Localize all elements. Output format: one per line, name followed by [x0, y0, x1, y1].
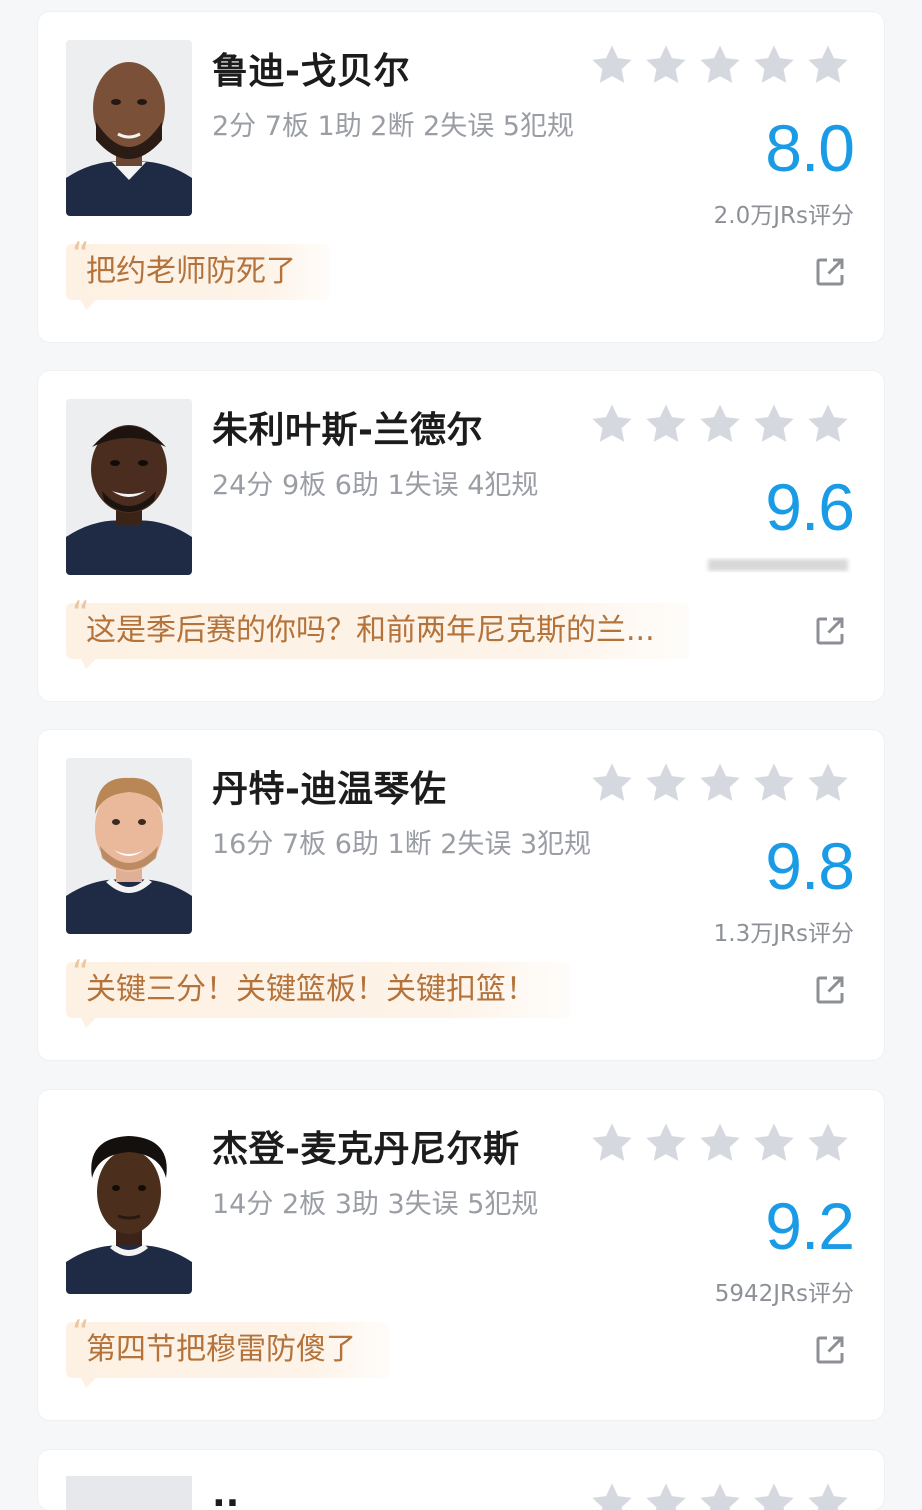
share-external-icon[interactable] — [812, 972, 848, 1008]
player-rating-card[interactable]: 鲁迪-戈贝尔 2分 7板 1助 2断 2失误 5犯规 8.0 2.0万JRs评分… — [38, 12, 884, 342]
quote-mark-icon: “ — [72, 953, 90, 993]
player-stats: 24分 9板 6助 1失误 4犯规 — [212, 470, 539, 501]
rating-score: 9.8 — [765, 829, 855, 903]
star-icon[interactable] — [750, 1480, 798, 1510]
star-icon[interactable] — [750, 760, 798, 806]
star-icon[interactable] — [642, 1480, 690, 1510]
player-portrait-icon — [66, 758, 192, 934]
star-icon[interactable] — [588, 1120, 636, 1166]
player-stats: 2分 7板 1助 2断 2失误 5犯规 — [212, 111, 574, 142]
star-icon[interactable] — [696, 1480, 744, 1510]
player-stats: 16分 7板 6助 1断 2失误 3犯规 — [212, 829, 592, 860]
quote-mark-icon: “ — [72, 235, 90, 275]
player-name[interactable]: 杰登-麦克丹尼尔斯 — [212, 1120, 519, 1172]
player-rating-card[interactable]: 杰登-麦克丹尼尔斯 14分 2板 3助 3失误 5犯规 9.2 5942JRs评… — [38, 1090, 884, 1420]
player-name[interactable]: 朱利叶斯-兰德尔 — [212, 401, 483, 453]
top-comment-bubble[interactable]: “ 这是季后赛的你吗？和前两年尼克斯的兰... — [66, 597, 689, 669]
star-rating-input[interactable] — [588, 42, 852, 88]
star-icon[interactable] — [804, 1480, 852, 1510]
rating-count: 2.0万JRs评分 — [713, 203, 854, 229]
quote-mark-icon: “ — [72, 1313, 90, 1353]
star-icon[interactable] — [696, 1120, 744, 1166]
quote-mark-icon: “ — [72, 594, 90, 634]
bubble-tail — [80, 1376, 98, 1388]
star-icon[interactable] — [750, 1120, 798, 1166]
player-rating-card-partial[interactable]: .. — [38, 1450, 884, 1510]
star-rating-input[interactable] — [588, 1120, 852, 1166]
rating-count: 1.3万JRs评分 — [713, 921, 854, 947]
player-rating-card[interactable]: 朱利叶斯-兰德尔 24分 9板 6助 1失误 4犯规 9.6 “ 这是季后赛的你… — [38, 371, 884, 701]
star-icon[interactable] — [642, 401, 690, 447]
share-external-icon[interactable] — [812, 254, 848, 290]
player-rating-card[interactable]: 丹特-迪温琴佐 16分 7板 6助 1断 2失误 3犯规 9.8 1.3万JRs… — [38, 730, 884, 1060]
bubble-tail — [80, 298, 98, 310]
player-photo — [66, 758, 192, 934]
player-photo — [66, 1118, 192, 1294]
star-rating-input[interactable] — [588, 401, 852, 447]
rating-count: 5942JRs评分 — [714, 1281, 854, 1307]
player-portrait-icon — [66, 40, 192, 216]
star-icon[interactable] — [588, 1480, 636, 1510]
star-icon[interactable] — [750, 42, 798, 88]
star-icon[interactable] — [804, 401, 852, 447]
player-photo — [66, 1476, 192, 1510]
star-icon[interactable] — [696, 401, 744, 447]
star-icon[interactable] — [642, 760, 690, 806]
star-icon[interactable] — [696, 760, 744, 806]
rating-score: 9.6 — [765, 470, 855, 544]
top-comment-text: 第四节把穆雷防傻了 — [86, 1332, 356, 1367]
share-external-icon[interactable] — [812, 613, 848, 649]
star-rating-input[interactable] — [588, 760, 852, 806]
rating-score: 9.2 — [765, 1189, 855, 1263]
top-comment-bubble[interactable]: “ 第四节把穆雷防傻了 — [66, 1316, 390, 1388]
top-comment-text: 关键三分！关键篮板！关键扣篮！ — [86, 972, 536, 1007]
star-icon[interactable] — [696, 42, 744, 88]
star-icon[interactable] — [588, 42, 636, 88]
bubble-tail — [80, 657, 98, 669]
star-icon[interactable] — [642, 42, 690, 88]
star-icon[interactable] — [588, 760, 636, 806]
star-icon[interactable] — [804, 1120, 852, 1166]
player-photo — [66, 399, 192, 575]
top-comment-bubble[interactable]: “ 把约老师防死了 — [66, 238, 330, 310]
star-icon[interactable] — [804, 42, 852, 88]
star-icon[interactable] — [642, 1120, 690, 1166]
rating-count-blurred — [704, 553, 854, 583]
player-stats: 14分 2板 3助 3失误 5犯规 — [212, 1189, 539, 1220]
star-rating-input[interactable] — [588, 1480, 852, 1510]
star-icon[interactable] — [750, 401, 798, 447]
share-external-icon[interactable] — [812, 1332, 848, 1368]
bubble-tail — [80, 1016, 98, 1028]
player-photo — [66, 40, 192, 216]
player-name[interactable]: 丹特-迪温琴佐 — [212, 760, 446, 812]
top-comment-text: 这是季后赛的你吗？和前两年尼克斯的兰... — [86, 613, 655, 648]
player-portrait-icon — [66, 1118, 192, 1294]
top-comment-bubble[interactable]: “ 关键三分！关键篮板！关键扣篮！ — [66, 956, 570, 1028]
rating-score: 8.0 — [765, 111, 855, 185]
player-name[interactable]: 鲁迪-戈贝尔 — [212, 42, 410, 94]
player-portrait-icon — [66, 399, 192, 575]
star-icon[interactable] — [804, 760, 852, 806]
top-comment-text: 把约老师防死了 — [86, 254, 296, 289]
blurred-text-icon — [708, 559, 848, 571]
star-icon[interactable] — [588, 401, 636, 447]
player-name[interactable]: .. — [212, 1474, 239, 1510]
